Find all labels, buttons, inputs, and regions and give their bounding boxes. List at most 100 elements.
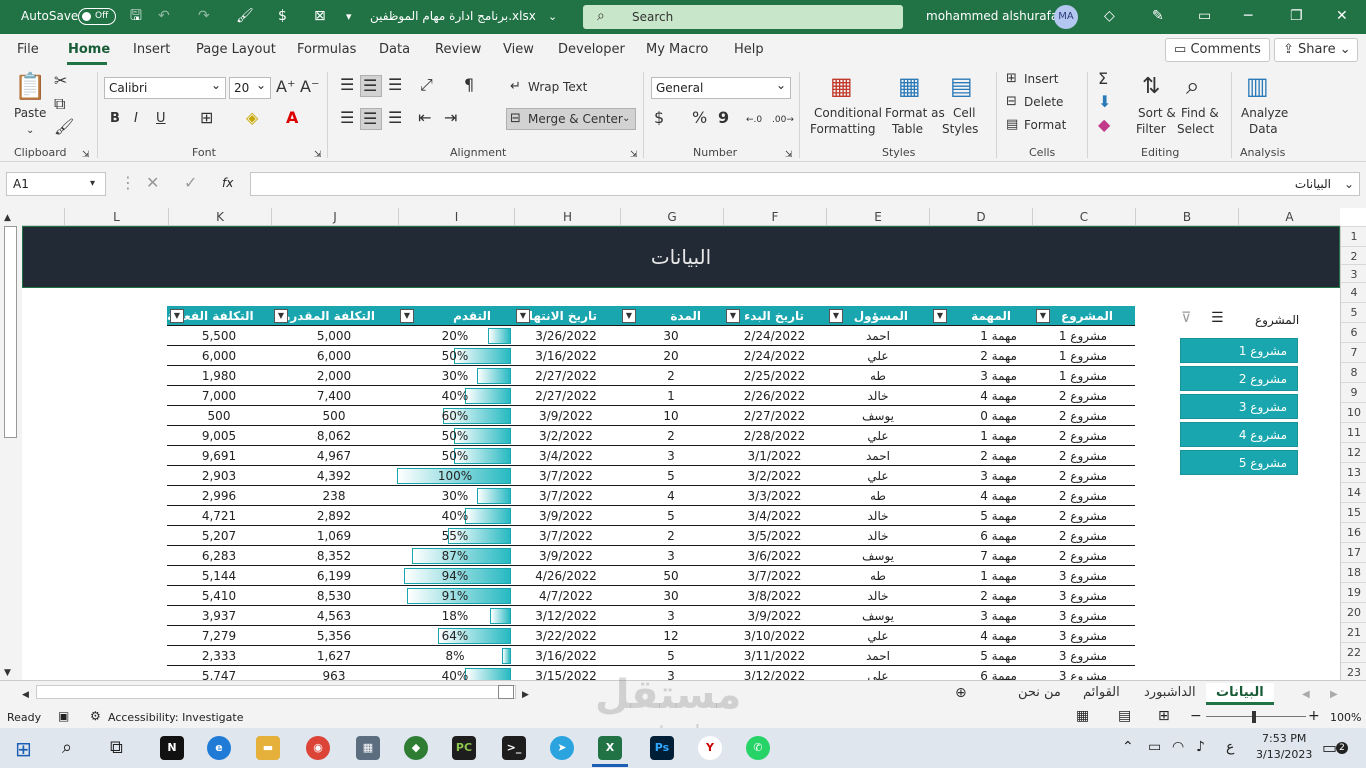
- undo-icon[interactable]: ↶: [158, 8, 170, 25]
- horizontal-scrollbar[interactable]: [36, 685, 516, 699]
- table-cell-end[interactable]: 3/16/2022: [513, 646, 619, 666]
- row-header[interactable]: 17: [1341, 542, 1366, 562]
- app-circle-icon[interactable]: Y: [698, 736, 722, 760]
- table-cell-start[interactable]: 2/28/2022: [723, 426, 826, 446]
- volume-icon[interactable]: ♪: [1196, 739, 1205, 755]
- table-cell-project[interactable]: مشروع 2: [1033, 426, 1135, 446]
- search-box[interactable]: ⌕ Search: [583, 5, 903, 29]
- wifi-icon[interactable]: ◠: [1172, 739, 1184, 755]
- tab-data[interactable]: Data: [379, 42, 410, 57]
- zoom-level[interactable]: 100%: [1330, 711, 1361, 724]
- row-header[interactable]: 19: [1341, 582, 1366, 602]
- formula-input[interactable]: البيانات: [250, 172, 1360, 196]
- add-sheet-icon[interactable]: ⊕: [955, 684, 967, 702]
- table-cell-end[interactable]: 3/16/2022: [513, 346, 619, 366]
- table-cell-duration[interactable]: 3: [619, 606, 723, 626]
- table-cell-duration[interactable]: 20: [619, 346, 723, 366]
- table-cell-duration[interactable]: 30: [619, 586, 723, 606]
- column-header[interactable]: B: [1135, 208, 1238, 226]
- table-cell-project[interactable]: مشروع 3: [1033, 606, 1135, 626]
- table-cell-start[interactable]: 2/25/2022: [723, 366, 826, 386]
- enter-icon[interactable]: ✓: [184, 174, 197, 192]
- comma-style-icon[interactable]: 9: [718, 109, 729, 127]
- file-explorer-icon[interactable]: ▬: [256, 736, 280, 760]
- accounting-format-icon[interactable]: $: [654, 109, 664, 127]
- paste-icon[interactable]: 📋: [14, 72, 46, 102]
- table-cell-project[interactable]: مشروع 2: [1033, 466, 1135, 486]
- zoom-slider-thumb[interactable]: [1252, 711, 1256, 723]
- chevron-down-icon[interactable]: ⌄: [26, 122, 34, 140]
- network-icon[interactable]: ▭: [1148, 739, 1161, 755]
- conditional-formatting-line2[interactable]: Formatting: [810, 122, 876, 136]
- table-cell-end[interactable]: 4/7/2022: [513, 586, 619, 606]
- tab-formulas[interactable]: Formulas: [297, 42, 356, 57]
- table-cell-actual[interactable]: 9,005: [167, 426, 271, 446]
- tab-review[interactable]: Review: [435, 42, 481, 57]
- analyze-data-line1[interactable]: Analyze: [1241, 106, 1288, 120]
- table-cell-owner[interactable]: علي: [826, 626, 930, 646]
- table-cell-actual[interactable]: 3,937: [167, 606, 271, 626]
- table-cell-duration[interactable]: 5: [619, 466, 723, 486]
- zoom-slider[interactable]: [1206, 716, 1306, 717]
- table-cell-end[interactable]: 3/7/2022: [513, 486, 619, 506]
- sheet-tab-lists[interactable]: القوائم: [1073, 683, 1130, 705]
- filter-dropdown-icon[interactable]: ▼: [1036, 309, 1050, 323]
- cell-styles-line1[interactable]: Cell: [953, 106, 975, 120]
- fill-color-icon[interactable]: ◈: [246, 109, 258, 127]
- page-break-view-icon[interactable]: ⊞: [1158, 708, 1170, 724]
- fill-icon[interactable]: ⬇: [1098, 93, 1111, 111]
- table-cell-owner[interactable]: احمد: [826, 446, 930, 466]
- comments-button[interactable]: ▭ Comments: [1165, 38, 1270, 62]
- align-top-icon[interactable]: ☰: [340, 76, 354, 94]
- format-cells-icon[interactable]: ▤: [1006, 116, 1018, 134]
- table-cell-actual[interactable]: 6,000: [167, 346, 271, 366]
- table-row[interactable]: 5,410 8,530 91% 4/7/2022 30 3/8/2022 خالد مهمة …: [167, 586, 1135, 606]
- format-cells-button[interactable]: Format: [1024, 118, 1066, 132]
- table-cell-start[interactable]: 2/27/2022: [723, 406, 826, 426]
- table-cell-end[interactable]: 3/7/2022: [513, 466, 619, 486]
- table-cell-start[interactable]: 3/1/2022: [723, 446, 826, 466]
- table-row[interactable]: 3,937 4,563 18% 3/12/2022 3 3/9/2022 يوسف مهمة …: [167, 606, 1135, 626]
- table-cell-duration[interactable]: 5: [619, 646, 723, 666]
- find-select-icon[interactable]: ⌕: [1186, 72, 1199, 100]
- table-row[interactable]: 500 500 60% 3/9/2022 10 2/27/2022 يوسف مهمة 0 مش…: [167, 406, 1135, 426]
- table-row[interactable]: 4,721 2,892 40% 3/9/2022 5 3/4/2022 خالد مهمة 5…: [167, 506, 1135, 526]
- row-header[interactable]: 2: [1341, 246, 1366, 266]
- conditional-formatting-line1[interactable]: Conditional: [814, 106, 882, 120]
- sort-filter-line2[interactable]: Filter: [1136, 122, 1166, 136]
- table-cell-end[interactable]: 3/9/2022: [513, 546, 619, 566]
- accessibility-status[interactable]: Accessibility: Investigate: [108, 711, 244, 724]
- table-cell-start[interactable]: 3/9/2022: [723, 606, 826, 626]
- column-header[interactable]: K: [168, 208, 271, 226]
- currency-icon[interactable]: $: [278, 8, 287, 25]
- row-header[interactable]: 14: [1341, 482, 1366, 502]
- table-cell-project[interactable]: مشروع 3: [1033, 646, 1135, 666]
- restore-icon[interactable]: ❐: [1290, 8, 1303, 25]
- column-header[interactable]: G: [620, 208, 723, 226]
- table-cell-owner[interactable]: طه: [826, 366, 930, 386]
- progress-cell[interactable]: 40%: [397, 386, 513, 406]
- next-sheet-icon[interactable]: ▶: [1330, 686, 1338, 704]
- column-header[interactable]: A: [1238, 208, 1340, 226]
- table-cell-task[interactable]: مهمة 1: [930, 566, 1033, 586]
- underline-button[interactable]: U: [156, 110, 166, 128]
- slicer-item[interactable]: مشروع 1: [1180, 338, 1298, 363]
- analyze-data-line2[interactable]: Data: [1249, 122, 1278, 136]
- table-cell-task[interactable]: مهمة 3: [930, 606, 1033, 626]
- table-cell-owner[interactable]: خالد: [826, 386, 930, 406]
- table-cell-actual[interactable]: 5,144: [167, 566, 271, 586]
- progress-cell[interactable]: 64%: [397, 626, 513, 646]
- table-cell-task[interactable]: مهمة 3: [930, 466, 1033, 486]
- column-header[interactable]: H: [514, 208, 620, 226]
- column-header[interactable]: E: [826, 208, 929, 226]
- table-cell-duration[interactable]: 12: [619, 626, 723, 646]
- zoom-in-icon[interactable]: +: [1308, 708, 1320, 724]
- table-cell-actual[interactable]: 1,980: [167, 366, 271, 386]
- table-cell-task[interactable]: مهمة 4: [930, 386, 1033, 406]
- column-header[interactable]: J: [271, 208, 398, 226]
- progress-cell[interactable]: 40%: [397, 506, 513, 526]
- table-cell-project[interactable]: مشروع 3: [1033, 586, 1135, 606]
- number-format-select[interactable]: General: [651, 75, 791, 99]
- table-cell-start[interactable]: 2/24/2022: [723, 326, 826, 346]
- notification-icon[interactable]: ▭: [1322, 738, 1337, 757]
